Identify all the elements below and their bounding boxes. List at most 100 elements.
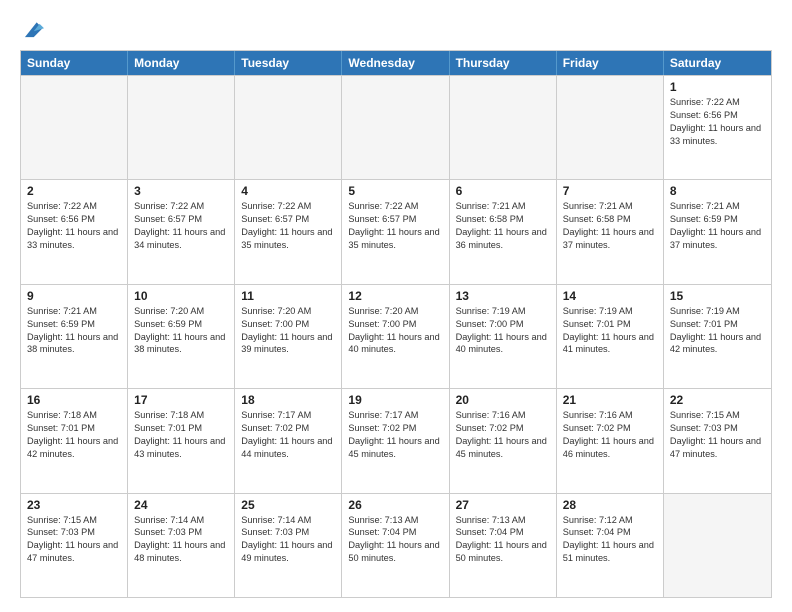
calendar-row-2: 2 Sunrise: 7:22 AM Sunset: 6:56 PM Daylig… — [21, 179, 771, 283]
day-number: 11 — [241, 289, 335, 303]
calendar-cell-day-25: 25Sunrise: 7:14 AM Sunset: 7:03 PM Dayli… — [235, 494, 342, 597]
weekday-header-sunday: Sunday — [21, 51, 128, 75]
calendar-cell-day-24: 24 Sunrise: 7:14 AM Sunset: 7:03 PM Dayli… — [128, 494, 235, 597]
day-number: 1 — [670, 80, 765, 94]
day-number: 25 — [241, 498, 335, 512]
calendar-cell-day-1: 1 Sunrise: 7:22 AM Sunset: 6:56 PM Daylig… — [664, 76, 771, 179]
day-number: 21 — [563, 393, 657, 407]
weekday-header-tuesday: Tuesday — [235, 51, 342, 75]
calendar-cell-empty — [128, 76, 235, 179]
day-info: Sunrise: 7:19 AM Sunset: 7:01 PM Dayligh… — [563, 305, 657, 357]
day-number: 8 — [670, 184, 765, 198]
calendar-cell-day-11: 11 Sunrise: 7:20 AM Sunset: 7:00 PM Dayli… — [235, 285, 342, 388]
day-number: 17 — [134, 393, 228, 407]
day-number: 12 — [348, 289, 442, 303]
weekday-header-monday: Monday — [128, 51, 235, 75]
day-info: Sunrise: 7:21 AM Sunset: 6:59 PM Dayligh… — [27, 305, 121, 357]
calendar-cell-empty — [342, 76, 449, 179]
calendar-cell-day-16: 16Sunrise: 7:18 AM Sunset: 7:01 PM Dayli… — [21, 389, 128, 492]
calendar-cell-empty — [557, 76, 664, 179]
calendar-cell-empty — [450, 76, 557, 179]
calendar-cell-day-3: 3 Sunrise: 7:22 AM Sunset: 6:57 PM Daylig… — [128, 180, 235, 283]
day-number: 20 — [456, 393, 550, 407]
day-info: Sunrise: 7:22 AM Sunset: 6:57 PM Dayligh… — [241, 200, 335, 252]
calendar-cell-day-15: 15 Sunrise: 7:19 AM Sunset: 7:01 PM Dayli… — [664, 285, 771, 388]
calendar-cell-day-26: 26 Sunrise: 7:13 AM Sunset: 7:04 PM Dayli… — [342, 494, 449, 597]
day-number: 19 — [348, 393, 442, 407]
calendar-cell-day-28: 28 Sunrise: 7:12 AM Sunset: 7:04 PM Dayli… — [557, 494, 664, 597]
logo-icon — [22, 18, 44, 40]
day-info: Sunrise: 7:22 AM Sunset: 6:56 PM Dayligh… — [27, 200, 121, 252]
day-info: Sunrise: 7:20 AM Sunset: 6:59 PM Dayligh… — [134, 305, 228, 357]
day-info: Sunrise: 7:15 AM Sunset: 7:03 PM Dayligh… — [27, 514, 121, 566]
calendar-cell-day-22: 22 Sunrise: 7:15 AM Sunset: 7:03 PM Dayli… — [664, 389, 771, 492]
day-number: 4 — [241, 184, 335, 198]
day-number: 16 — [27, 393, 121, 407]
day-number: 10 — [134, 289, 228, 303]
calendar-cell-empty — [21, 76, 128, 179]
calendar-body: 1 Sunrise: 7:22 AM Sunset: 6:56 PM Daylig… — [21, 75, 771, 597]
day-number: 6 — [456, 184, 550, 198]
page: SundayMondayTuesdayWednesdayThursdayFrid… — [0, 0, 792, 612]
day-number: 22 — [670, 393, 765, 407]
day-number: 7 — [563, 184, 657, 198]
header — [20, 18, 772, 40]
calendar-header: SundayMondayTuesdayWednesdayThursdayFrid… — [21, 51, 771, 75]
day-info: Sunrise: 7:18 AM Sunset: 7:01 PM Dayligh… — [134, 409, 228, 461]
day-number: 14 — [563, 289, 657, 303]
day-info: Sunrise: 7:19 AM Sunset: 7:01 PM Dayligh… — [670, 305, 765, 357]
calendar-row-5: 23 Sunrise: 7:15 AM Sunset: 7:03 PM Dayli… — [21, 493, 771, 597]
day-info: Sunrise: 7:20 AM Sunset: 7:00 PM Dayligh… — [348, 305, 442, 357]
day-info: Sunrise: 7:19 AM Sunset: 7:00 PM Dayligh… — [456, 305, 550, 357]
day-info: Sunrise: 7:21 AM Sunset: 6:58 PM Dayligh… — [456, 200, 550, 252]
day-info: Sunrise: 7:21 AM Sunset: 6:58 PM Dayligh… — [563, 200, 657, 252]
day-info: Sunrise: 7:16 AM Sunset: 7:02 PM Dayligh… — [563, 409, 657, 461]
day-info: Sunrise: 7:15 AM Sunset: 7:03 PM Dayligh… — [670, 409, 765, 461]
day-number: 24 — [134, 498, 228, 512]
day-number: 15 — [670, 289, 765, 303]
calendar-cell-day-5: 5Sunrise: 7:22 AM Sunset: 6:57 PM Daylig… — [342, 180, 449, 283]
calendar-cell-empty — [235, 76, 342, 179]
calendar-cell-day-2: 2 Sunrise: 7:22 AM Sunset: 6:56 PM Daylig… — [21, 180, 128, 283]
calendar: SundayMondayTuesdayWednesdayThursdayFrid… — [20, 50, 772, 598]
calendar-cell-day-21: 21 Sunrise: 7:16 AM Sunset: 7:02 PM Dayli… — [557, 389, 664, 492]
day-info: Sunrise: 7:22 AM Sunset: 6:57 PM Dayligh… — [348, 200, 442, 252]
day-info: Sunrise: 7:13 AM Sunset: 7:04 PM Dayligh… — [348, 514, 442, 566]
day-number: 13 — [456, 289, 550, 303]
day-info: Sunrise: 7:12 AM Sunset: 7:04 PM Dayligh… — [563, 514, 657, 566]
calendar-row-4: 16 Sunrise: 7:18 AM Sunset: 7:01 PM Dayli… — [21, 388, 771, 492]
calendar-cell-day-18: 18 Sunrise: 7:17 AM Sunset: 7:02 PM Dayli… — [235, 389, 342, 492]
day-info: Sunrise: 7:21 AM Sunset: 6:59 PM Dayligh… — [670, 200, 765, 252]
day-info: Sunrise: 7:20 AM Sunset: 7:00 PM Dayligh… — [241, 305, 335, 357]
calendar-cell-day-27: 27 Sunrise: 7:13 AM Sunset: 7:04 PM Dayli… — [450, 494, 557, 597]
calendar-cell-day-19: 19 Sunrise: 7:17 AM Sunset: 7:02 PM Dayli… — [342, 389, 449, 492]
calendar-cell-day-10: 10 Sunrise: 7:20 AM Sunset: 6:59 PM Dayli… — [128, 285, 235, 388]
day-info: Sunrise: 7:22 AM Sunset: 6:57 PM Dayligh… — [134, 200, 228, 252]
day-number: 9 — [27, 289, 121, 303]
day-info: Sunrise: 7:17 AM Sunset: 7:02 PM Dayligh… — [348, 409, 442, 461]
weekday-header-wednesday: Wednesday — [342, 51, 449, 75]
day-number: 18 — [241, 393, 335, 407]
day-number: 23 — [27, 498, 121, 512]
calendar-cell-day-9: 9 Sunrise: 7:21 AM Sunset: 6:59 PM Daylig… — [21, 285, 128, 388]
calendar-cell-day-13: 13 Sunrise: 7:19 AM Sunset: 7:00 PM Dayli… — [450, 285, 557, 388]
calendar-cell-day-23: 23 Sunrise: 7:15 AM Sunset: 7:03 PM Dayli… — [21, 494, 128, 597]
day-number: 3 — [134, 184, 228, 198]
day-info: Sunrise: 7:22 AM Sunset: 6:56 PM Dayligh… — [670, 96, 765, 148]
logo — [20, 18, 44, 40]
day-info: Sunrise: 7:13 AM Sunset: 7:04 PM Dayligh… — [456, 514, 550, 566]
day-number: 27 — [456, 498, 550, 512]
calendar-cell-day-4: 4 Sunrise: 7:22 AM Sunset: 6:57 PM Daylig… — [235, 180, 342, 283]
day-number: 26 — [348, 498, 442, 512]
day-info: Sunrise: 7:14 AM Sunset: 7:03 PM Dayligh… — [134, 514, 228, 566]
calendar-cell-empty — [664, 494, 771, 597]
day-number: 2 — [27, 184, 121, 198]
day-number: 28 — [563, 498, 657, 512]
calendar-cell-day-6: 6 Sunrise: 7:21 AM Sunset: 6:58 PM Daylig… — [450, 180, 557, 283]
day-info: Sunrise: 7:17 AM Sunset: 7:02 PM Dayligh… — [241, 409, 335, 461]
calendar-cell-day-17: 17 Sunrise: 7:18 AM Sunset: 7:01 PM Dayli… — [128, 389, 235, 492]
calendar-cell-day-7: 7 Sunrise: 7:21 AM Sunset: 6:58 PM Daylig… — [557, 180, 664, 283]
calendar-cell-day-8: 8 Sunrise: 7:21 AM Sunset: 6:59 PM Daylig… — [664, 180, 771, 283]
calendar-cell-day-20: 20Sunrise: 7:16 AM Sunset: 7:02 PM Dayli… — [450, 389, 557, 492]
weekday-header-thursday: Thursday — [450, 51, 557, 75]
